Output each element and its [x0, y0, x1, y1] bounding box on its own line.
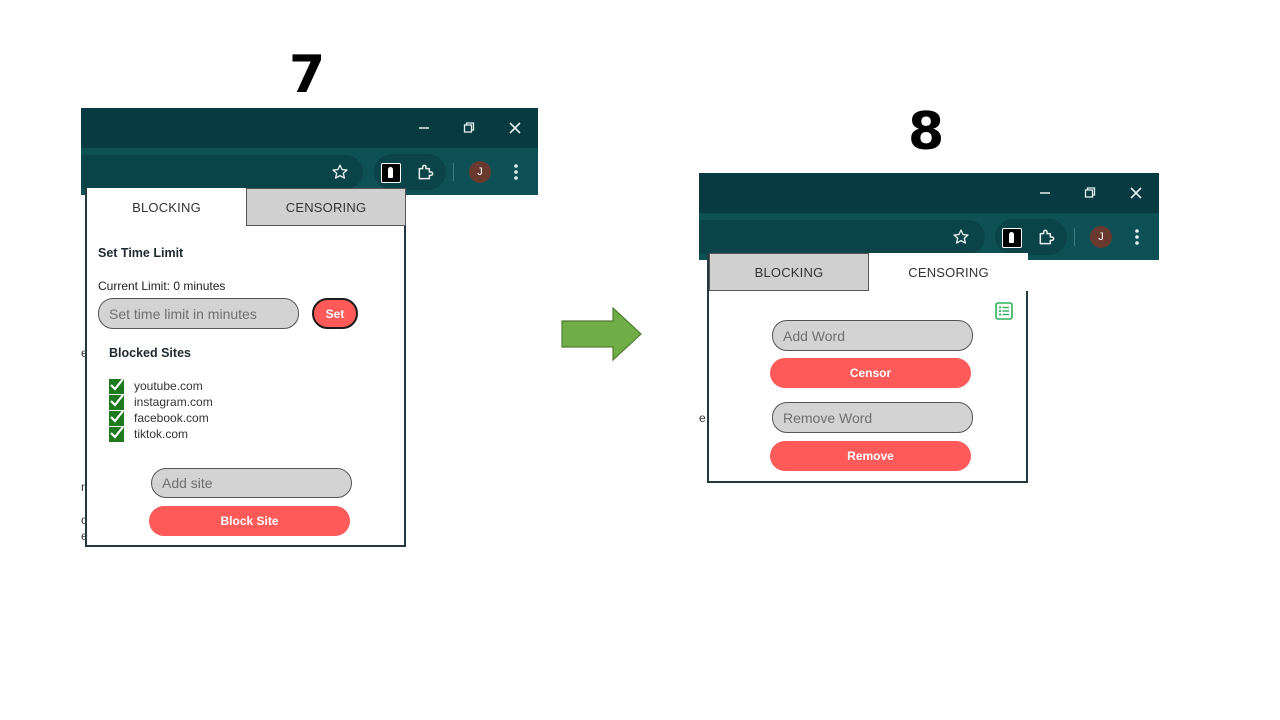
time-limit-heading: Set Time Limit [98, 246, 184, 260]
blocked-site-label: tiktok.com [134, 427, 189, 441]
remove-word-input[interactable] [772, 402, 973, 433]
close-icon[interactable] [503, 116, 527, 140]
puzzle-icon[interactable] [415, 161, 437, 183]
tab-censoring[interactable]: CENSORING [869, 253, 1028, 291]
add-site-input[interactable] [151, 468, 352, 498]
page-text-fragment: e [699, 411, 706, 425]
checkbox[interactable] [109, 409, 124, 426]
set-button[interactable]: Set [312, 298, 358, 329]
checkbox[interactable] [109, 425, 124, 442]
checkbox[interactable] [109, 377, 124, 394]
toolbar-divider [453, 163, 454, 181]
tab-blocking[interactable]: BLOCKING [87, 188, 246, 226]
address-bar[interactable] [699, 220, 985, 254]
extension-popup-blocking: BLOCKING CENSORING Set Time Limit Curren… [85, 188, 406, 547]
address-bar[interactable] [81, 155, 363, 189]
blocked-site-label: facebook.com [134, 411, 209, 425]
extension-popup-censoring: BLOCKING CENSORING Censor Remove [707, 253, 1028, 483]
step-number-7: 7 [289, 45, 326, 105]
restore-icon[interactable] [1078, 181, 1102, 205]
blocked-sites-heading: Blocked Sites [109, 346, 191, 360]
restore-icon[interactable] [457, 116, 481, 140]
kebab-menu-icon[interactable] [506, 161, 526, 183]
current-limit-text: Current Limit: 0 minutes [98, 279, 226, 293]
add-word-input[interactable] [772, 320, 973, 351]
blocked-site-label: youtube.com [134, 379, 203, 393]
star-icon[interactable] [950, 226, 972, 248]
avatar[interactable]: J [1090, 226, 1112, 248]
censor-button[interactable]: Censor [770, 358, 971, 388]
extension-logo-icon[interactable] [1002, 228, 1022, 248]
tab-blocking[interactable]: BLOCKING [709, 253, 869, 291]
minimize-icon[interactable] [1033, 181, 1057, 205]
list-item[interactable]: tiktok.com [109, 425, 189, 442]
avatar[interactable]: J [469, 161, 491, 183]
blocked-site-label: instagram.com [134, 395, 213, 409]
star-icon[interactable] [329, 161, 351, 183]
close-icon[interactable] [1124, 181, 1148, 205]
time-limit-input[interactable] [98, 298, 299, 329]
toolbar-divider [1074, 228, 1075, 246]
list-icon[interactable] [995, 302, 1013, 320]
extension-logo-icon[interactable] [381, 163, 401, 183]
tab-censoring[interactable]: CENSORING [246, 188, 406, 226]
remove-button[interactable]: Remove [770, 441, 971, 471]
screenshot-censoring-tab: J e BLOCKING CENSORING Censor Remove [699, 173, 1159, 485]
browser-titlebar [81, 108, 538, 148]
puzzle-icon[interactable] [1036, 226, 1058, 248]
arrow-right-icon [561, 307, 642, 362]
kebab-menu-icon[interactable] [1127, 226, 1147, 248]
block-site-button[interactable]: Block Site [149, 506, 350, 536]
step-number-8: 8 [908, 102, 945, 162]
minimize-icon[interactable] [412, 116, 436, 140]
browser-titlebar [699, 173, 1159, 213]
screenshot-blocking-tab: J e n o e BLOCKING CENSORING Set Time Li… [81, 108, 538, 553]
checkbox[interactable] [109, 393, 124, 410]
